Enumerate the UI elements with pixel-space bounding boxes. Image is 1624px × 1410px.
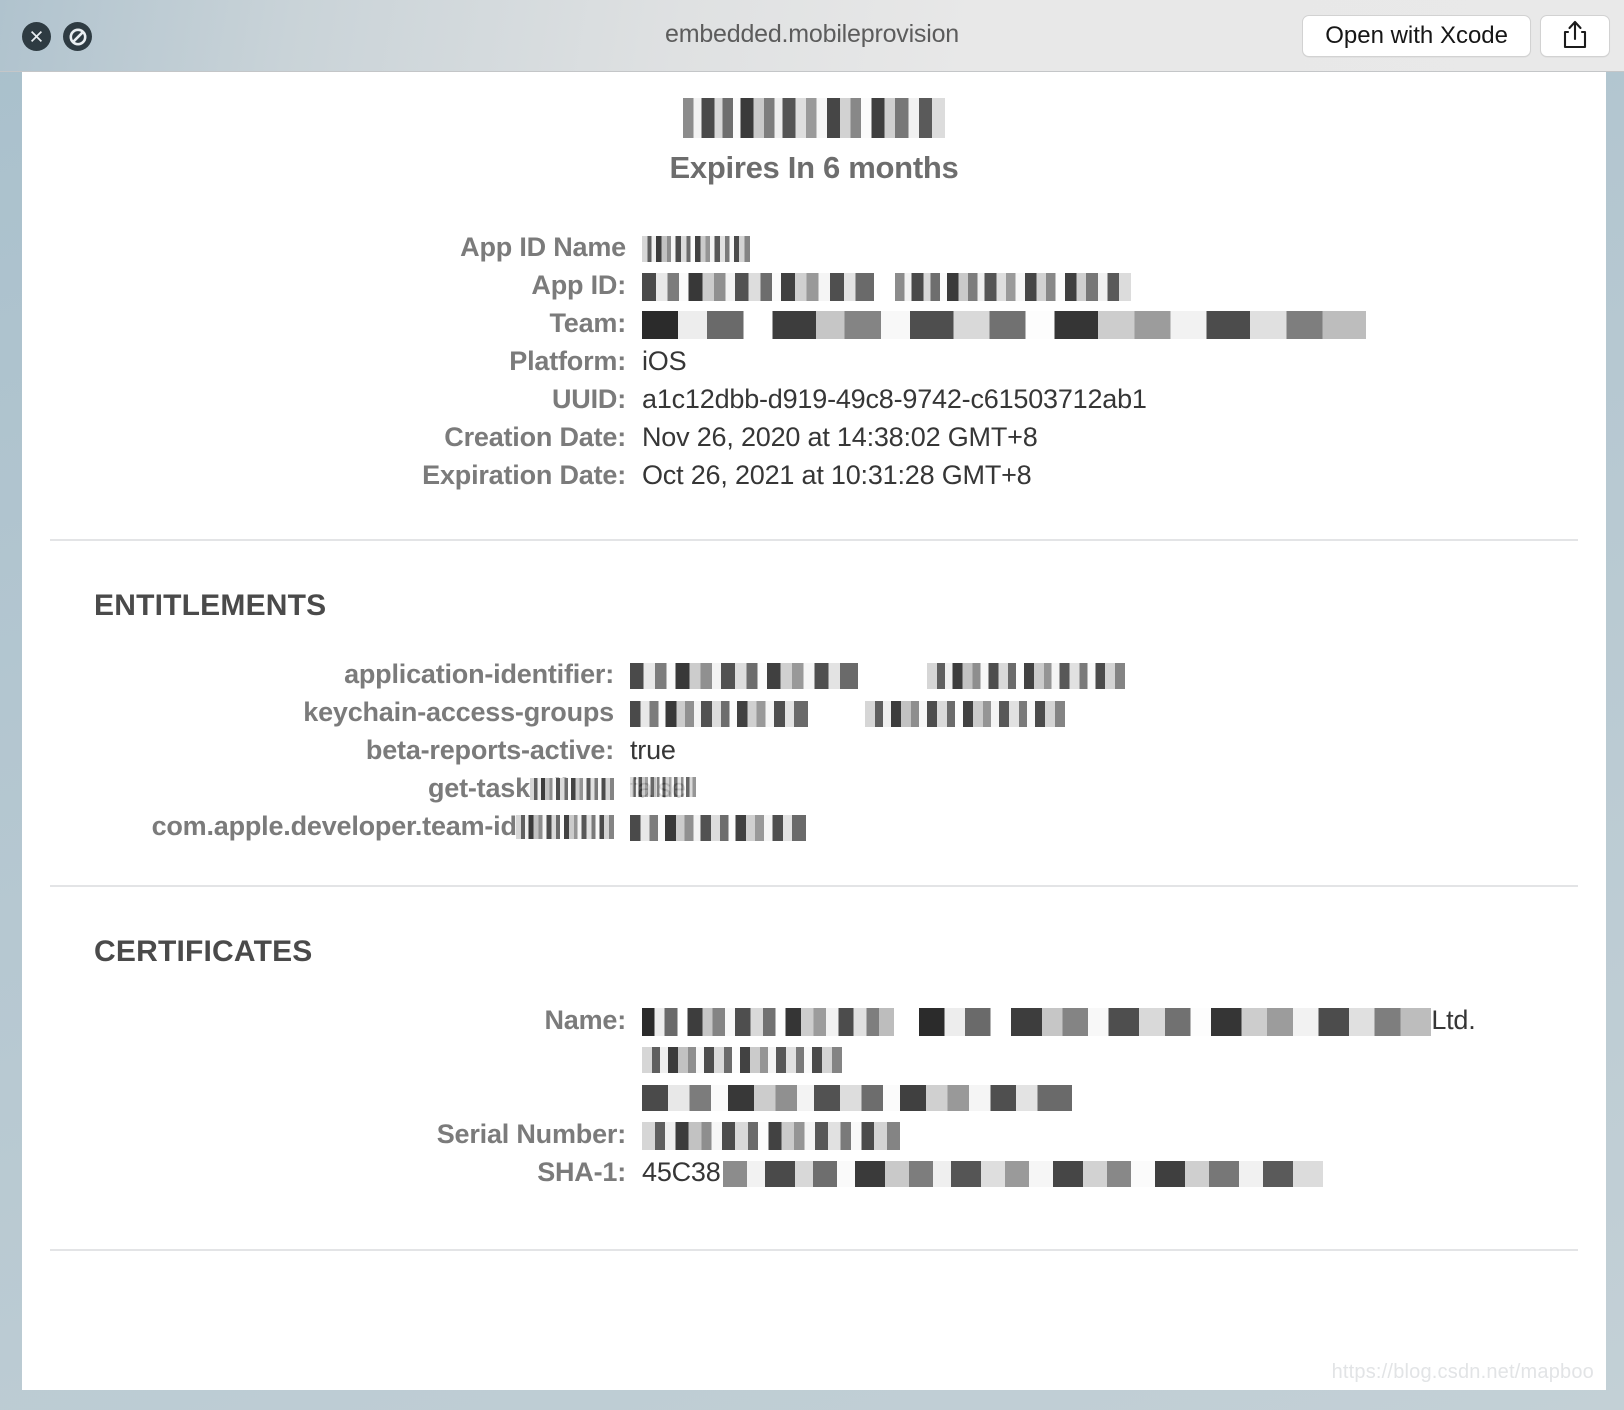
- redacted-value: [630, 663, 858, 689]
- value-uuid: a1c12dbb-d919-49c8-9742-c61503712ab1: [642, 380, 1606, 418]
- label-beta-reports-active: beta-reports-active:: [22, 731, 630, 769]
- row-get-task-allow: get-task-allow: false: [22, 769, 1606, 807]
- provision-details-pane: Expires In 6 months App ID Name App ID: …: [22, 72, 1606, 1390]
- redacted-value: [642, 1122, 900, 1150]
- label-team: Team:: [22, 304, 642, 342]
- value-get-task-allow: false: [630, 769, 1606, 807]
- redacted-label-overlay: [530, 778, 614, 800]
- divider-entitlements: [50, 539, 1578, 541]
- row-team: Team:: [22, 304, 1606, 342]
- redacted-value: [927, 663, 1125, 689]
- row-certificate-name: Name: Ltd.: [22, 1001, 1606, 1039]
- redacted-value: [642, 273, 874, 301]
- row-app-id-name: App ID Name: [22, 228, 1606, 266]
- open-with-xcode-button[interactable]: Open with Xcode: [1302, 15, 1531, 57]
- redacted-value-overlay: [630, 777, 696, 797]
- row-expiration-date: Expiration Date: Oct 26, 2021 at 10:31:2…: [22, 456, 1606, 494]
- label-app-id-name: App ID Name: [22, 228, 642, 266]
- value-creation-date: Nov 26, 2020 at 14:38:02 GMT+8: [642, 418, 1606, 456]
- label-platform: Platform:: [22, 342, 642, 380]
- entitlements-rows: application-identifier: keychain-access-…: [22, 655, 1606, 845]
- quicklook-window: embedded.mobileprovision Open with Xcode…: [0, 0, 1624, 1410]
- watermark: https://blog.csdn.net/mapboo: [1332, 1361, 1594, 1384]
- label-get-task-allow: get-task-allow:: [22, 769, 630, 807]
- row-sha1: SHA-1: 45C38: [22, 1153, 1606, 1191]
- redacted-value: [642, 1085, 1072, 1111]
- row-keychain-access-groups: keychain-access-groups: [22, 693, 1606, 731]
- value-expiration-date: Oct 26, 2021 at 10:31:28 GMT+8: [642, 456, 1606, 494]
- divider-bottom: [50, 1249, 1578, 1251]
- value-platform: iOS: [642, 342, 1606, 380]
- value-team-identifier: [630, 807, 1606, 845]
- certificates-heading: CERTIFICATES: [22, 935, 1606, 969]
- redacted-value: [642, 236, 750, 262]
- divider-certificates: [50, 885, 1578, 887]
- redacted-value: [630, 701, 808, 727]
- profile-name: [22, 94, 1606, 142]
- profile-header: Expires In 6 months: [22, 72, 1606, 186]
- value-certificate-fingerprint: [642, 1077, 1606, 1115]
- redacted-value: [723, 1161, 1323, 1187]
- label-team-identifier: com.apple.developer.team-identifier:: [22, 807, 630, 845]
- row-team-identifier: com.apple.developer.team-identifier:: [22, 807, 1606, 845]
- row-application-identifier: application-identifier:: [22, 655, 1606, 693]
- redacted-value: [642, 1008, 894, 1036]
- value-serial-number: [642, 1115, 1606, 1153]
- value-beta-reports-active: true: [630, 731, 1606, 769]
- row-certificate-fingerprint: [22, 1077, 1606, 1115]
- label-sha1: SHA-1:: [22, 1153, 642, 1191]
- certificates-rows: Name: Ltd. S: [22, 1001, 1606, 1191]
- row-creation-date: Creation Date: Nov 26, 2020 at 14:38:02 …: [22, 418, 1606, 456]
- value-certificate-name-continued: [642, 1039, 1606, 1077]
- redacted-value: [919, 1008, 1431, 1036]
- row-serial-number: Serial Number:: [22, 1115, 1606, 1153]
- window-toolbar: embedded.mobileprovision Open with Xcode: [0, 0, 1624, 72]
- label-serial-number: Serial Number:: [22, 1115, 642, 1153]
- share-button[interactable]: [1540, 15, 1610, 57]
- label-application-identifier: application-identifier:: [22, 655, 630, 693]
- label-app-id: App ID:: [22, 266, 642, 304]
- row-beta-reports-active: beta-reports-active: true: [22, 731, 1606, 769]
- value-application-identifier: [630, 655, 1606, 693]
- value-keychain-access-groups: [630, 693, 1606, 731]
- value-certificate-name: Ltd.: [642, 1001, 1606, 1039]
- label-creation-date: Creation Date:: [22, 418, 642, 456]
- sha1-prefix: 45C38: [642, 1157, 721, 1187]
- expiry-summary: Expires In 6 months: [22, 150, 1606, 186]
- row-certificate-name-continued: [22, 1039, 1606, 1077]
- toolbar-actions: Open with Xcode: [1302, 15, 1610, 57]
- redacted-value: [895, 273, 1131, 301]
- value-app-id-name: [642, 228, 1606, 266]
- row-platform: Platform: iOS: [22, 342, 1606, 380]
- redacted-value: [642, 1047, 842, 1073]
- label-certificate-name: Name:: [22, 1001, 642, 1039]
- label-expiration-date: Expiration Date:: [22, 456, 642, 494]
- certificate-name-suffix: Ltd.: [1431, 1005, 1475, 1035]
- redacted-label-overlay: [516, 815, 614, 839]
- redacted-value: [865, 701, 1065, 727]
- value-team: [642, 304, 1606, 342]
- value-sha1: 45C38: [642, 1153, 1606, 1191]
- entitlements-heading: ENTITLEMENTS: [22, 589, 1606, 623]
- label-uuid: UUID:: [22, 380, 642, 418]
- redacted-profile-name: [683, 98, 945, 138]
- summary-rows: App ID Name App ID: Team: Platfor: [22, 228, 1606, 494]
- row-uuid: UUID: a1c12dbb-d919-49c8-9742-c61503712a…: [22, 380, 1606, 418]
- redacted-value: [630, 815, 806, 841]
- label-keychain-access-groups: keychain-access-groups: [22, 693, 630, 731]
- share-upload-icon: [1562, 20, 1588, 53]
- redacted-value: [642, 311, 1366, 339]
- row-app-id: App ID:: [22, 266, 1606, 304]
- value-app-id: [642, 266, 1606, 304]
